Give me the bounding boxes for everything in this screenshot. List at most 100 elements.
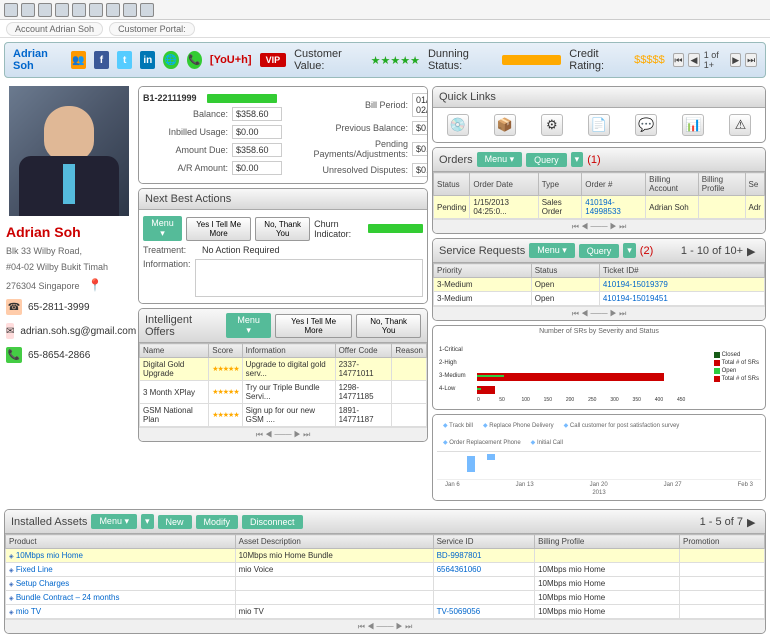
scroll-hint[interactable]: ⏮ ◀ ─── ▶ ⏭ [433,306,765,320]
col-header[interactable]: Reason [392,344,427,358]
col-header[interactable]: Asset Description [235,535,433,549]
col-header[interactable]: Name [140,344,209,358]
toolbar-icon[interactable] [123,3,137,17]
orders-panel: Orders Menu ▾ Query ▾ (1) StatusOrder Da… [432,147,766,234]
toolbar-icon[interactable] [55,3,69,17]
toolbar-icon[interactable] [106,3,120,17]
table-row[interactable]: ◈ Setup Charges10Mbps mio Home [6,577,765,591]
page-next-button[interactable]: ▶ [747,516,759,528]
dropdown-button[interactable]: ▾ [571,152,584,167]
scroll-hint[interactable]: ⏮ ◀ ─── ▶ ⏭ [433,219,765,233]
toolbar-icon[interactable] [38,3,52,17]
legend-item: Total # of SRs [714,359,759,367]
twitter-icon[interactable]: t [117,51,132,69]
query-button[interactable]: Query [579,244,620,258]
ql-doc-icon[interactable]: 📄 [588,114,610,136]
phone-icon[interactable]: 📞 [187,51,202,69]
table-row[interactable]: 3-MediumOpen410194-15019379 [434,278,765,292]
info-textarea[interactable] [195,259,423,297]
dropdown-button[interactable]: ▾ [141,514,154,529]
col-header[interactable]: Billing Profile [535,535,680,549]
table-row[interactable]: ◈ 10Mbps mio Home10Mbps mio Home BundleB… [6,549,765,563]
bill-value: $358.60 [232,107,282,121]
linkedin-icon[interactable]: in [140,51,155,69]
scroll-hint[interactable]: ⏮ ◀ ─── ▶ ⏭ [139,427,427,441]
ql-gear-icon[interactable]: ⚙ [541,114,563,136]
table-row[interactable]: Digital Gold Upgrade★★★★★Upgrade to digi… [140,358,427,381]
scroll-hint[interactable]: ⏮ ◀ ─── ▶ ⏭ [5,619,765,633]
query-button[interactable]: Query [526,153,567,167]
address-line: Blk 33 Wilby Road, [4,244,134,260]
no-button[interactable]: No, Thank You [255,217,310,241]
ql-disk-icon[interactable]: 💿 [447,114,469,136]
bill-label: Inbilled Usage: [143,127,228,137]
yes-button[interactable]: Yes I Tell Me More [275,314,352,338]
chart-tick: 450 [677,397,685,403]
ql-chart-icon[interactable]: 📊 [682,114,704,136]
col-header[interactable]: Status [434,173,470,196]
table-row[interactable]: Pending1/15/2013 04:25:0...Sales Order41… [434,196,765,219]
toolbar-icon[interactable] [21,3,35,17]
col-header[interactable]: Status [531,264,599,278]
ql-chat-icon[interactable]: 💬 [635,114,657,136]
col-header[interactable]: Ticket ID# [599,264,764,278]
disconnect-button[interactable]: Disconnect [242,515,303,529]
timeline-year: 2013 [437,490,761,496]
modify-button[interactable]: Modify [196,515,239,529]
offers-panel: Intelligent Offers Menu ▾ Yes I Tell Me … [138,308,428,442]
col-header[interactable]: Information [242,344,335,358]
col-header[interactable]: Offer Code [335,344,392,358]
no-button[interactable]: No, Thank You [356,314,421,338]
col-header[interactable]: Order # [582,173,646,196]
menu-button[interactable]: Menu ▾ [143,216,182,241]
crumb-account[interactable]: Account Adrian Soh [6,22,103,36]
toolbar-icon[interactable] [4,3,18,17]
col-header[interactable]: Se [745,173,764,196]
dunning-label: Dunning Status: [428,48,494,72]
yes-button[interactable]: Yes I Tell Me More [186,217,251,241]
page-next-button[interactable]: ▶ [747,245,759,257]
table-row[interactable]: ◈ Fixed Linemio Voice656436106010Mbps mi… [6,563,765,577]
chart-title: Number of SRs by Severity and Status [433,326,765,337]
toolbar-icon[interactable] [140,3,154,17]
pin-icon[interactable]: 📍 [88,278,103,292]
table-row[interactable]: 3 Month XPlay★★★★★Try our Triple Bundle … [140,381,427,404]
col-header[interactable]: Score [209,344,242,358]
col-header[interactable]: Billing Account [646,173,699,196]
toolbar-icon[interactable] [72,3,86,17]
menu-button[interactable]: Menu ▾ [91,514,137,529]
page-next-button[interactable]: ▶ [730,53,742,67]
new-button[interactable]: New [158,515,192,529]
panel-title: Intelligent Offers [145,314,222,338]
table-row[interactable]: GSM National Plan★★★★★Sign up for our ne… [140,404,427,427]
table-row[interactable]: 3-MediumOpen410194-15019451 [434,292,765,306]
globe-icon[interactable]: 🌐 [163,51,178,69]
timeline-task: ◆ Replace Phone Delivery [483,422,554,429]
table-row[interactable]: ◈ Bundle Contract – 24 months10Mbps mio … [6,591,765,605]
page-first-button[interactable]: ⏮ [673,53,685,67]
crumb-portal[interactable]: Customer Portal: [109,22,195,36]
facebook-icon[interactable]: f [94,51,109,69]
people-icon[interactable]: 👥 [71,51,86,69]
col-header[interactable]: Service ID [433,535,534,549]
col-header[interactable]: Order Date [470,173,538,196]
col-header[interactable]: Promotion [679,535,764,549]
ql-alert-icon[interactable]: ⚠ [729,114,751,136]
col-header[interactable]: Product [6,535,236,549]
col-header[interactable]: Type [538,173,582,196]
col-header[interactable]: Priority [434,264,532,278]
dropdown-button[interactable]: ▾ [623,243,636,258]
bill-value: $358.60 [232,143,282,157]
menu-button[interactable]: Menu ▾ [226,313,271,338]
mail-icon: ✉ [6,323,14,339]
menu-button[interactable]: Menu ▾ [477,152,523,167]
toolbar-icon[interactable] [89,3,103,17]
table-row[interactable]: ◈ mio TVmio TVTV-506905610Mbps mio Home [6,605,765,619]
page-prev-button[interactable]: ◀ [688,53,700,67]
page-last-button[interactable]: ⏭ [745,53,757,67]
menu-button[interactable]: Menu ▾ [529,243,575,258]
bill-label: Balance: [143,109,228,119]
ql-box-icon[interactable]: 📦 [494,114,516,136]
chart-tick: 0 [477,397,480,403]
col-header[interactable]: Billing Profile [698,173,745,196]
